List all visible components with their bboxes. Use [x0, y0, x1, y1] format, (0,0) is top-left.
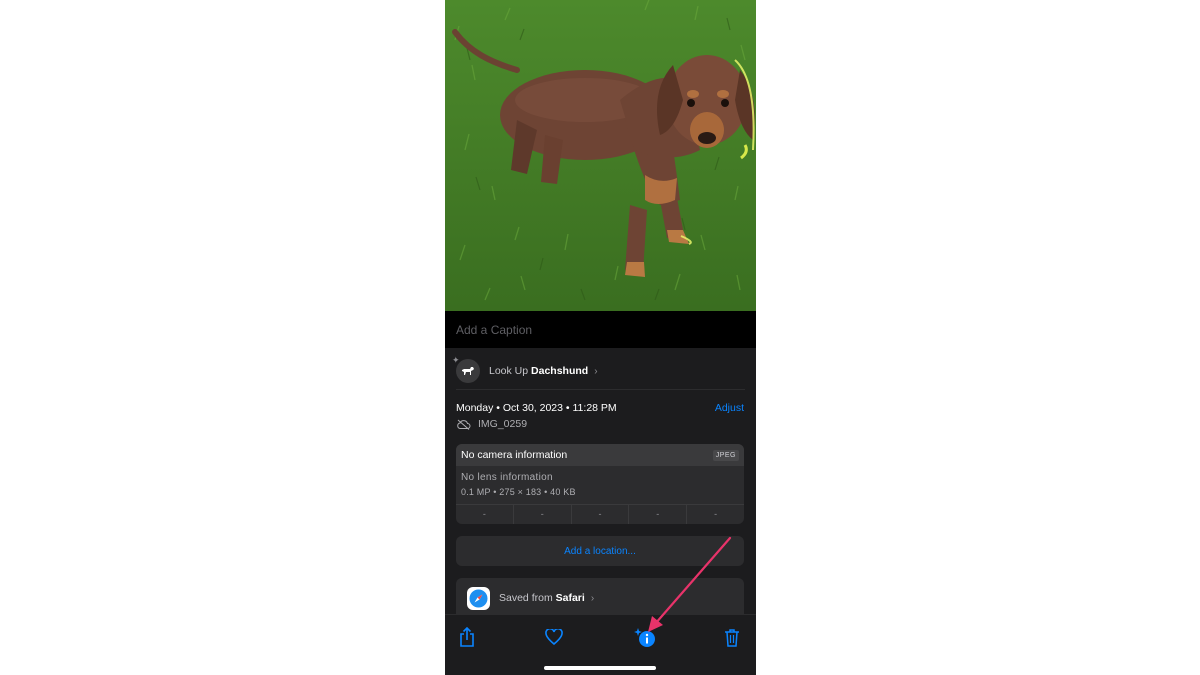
- camera-title: No camera information: [461, 449, 568, 461]
- dog-icon: ✦: [452, 355, 480, 383]
- divider: [456, 389, 745, 390]
- add-location-button[interactable]: Add a location...: [456, 536, 744, 566]
- trash-icon[interactable]: [719, 625, 745, 649]
- cloud-off-icon: [457, 419, 471, 430]
- filename-label: IMG_0259: [478, 418, 528, 430]
- camera-info-header: No camera information JPEG: [456, 444, 744, 466]
- caption-placeholder: Add a Caption: [456, 323, 533, 337]
- camera-info-card: No camera information JPEG No lens infor…: [456, 444, 744, 524]
- saved-from-label: Saved from Safari: [499, 592, 585, 604]
- exif-cell: -: [572, 505, 630, 524]
- caption-field[interactable]: Add a Caption: [445, 311, 756, 348]
- share-icon[interactable]: [454, 625, 480, 649]
- photos-app: Add a Caption ✦ Look Up Dachshund › Mond…: [445, 0, 756, 675]
- exif-row: - - - - -: [456, 505, 744, 524]
- exif-cell: -: [456, 505, 514, 524]
- home-indicator: [544, 666, 656, 670]
- look-up-subject: Dachshund: [531, 365, 589, 377]
- exif-cell: -: [514, 505, 572, 524]
- saved-from-row[interactable]: Saved from Safari ›: [456, 578, 744, 618]
- adjust-button[interactable]: Adjust: [715, 402, 744, 414]
- look-up-row[interactable]: ✦ Look Up Dachshund ›: [452, 355, 598, 384]
- exif-cell: -: [629, 505, 688, 524]
- look-up-label: Look Up Dachshund: [489, 365, 588, 377]
- dachshund-photo[interactable]: [445, 0, 756, 311]
- info-panel: ✦ Look Up Dachshund › Monday • Oct 30, 2…: [445, 348, 756, 618]
- saved-source: Safari: [555, 592, 585, 604]
- lens-info: No lens information: [461, 472, 553, 483]
- safari-icon: [467, 586, 490, 610]
- info-sparkle-icon[interactable]: [632, 625, 658, 649]
- chevron-right-icon: ›: [590, 592, 595, 604]
- heart-icon[interactable]: [541, 625, 567, 649]
- saved-prefix: Saved from: [499, 592, 553, 604]
- chevron-right-icon: ›: [594, 365, 598, 377]
- photo-date: Monday • Oct 30, 2023 • 11:28 PM: [456, 402, 617, 414]
- bottom-toolbar: [445, 614, 756, 675]
- exif-cell: -: [714, 509, 718, 519]
- look-up-prefix: Look Up: [489, 365, 529, 377]
- image-spec: 0.1 MP • 275 × 183 • 40 KB: [461, 487, 576, 497]
- filename-row: IMG_0259: [456, 418, 527, 430]
- sparkle-icon: ✦: [452, 355, 460, 365]
- format-badge: JPEG: [712, 449, 739, 461]
